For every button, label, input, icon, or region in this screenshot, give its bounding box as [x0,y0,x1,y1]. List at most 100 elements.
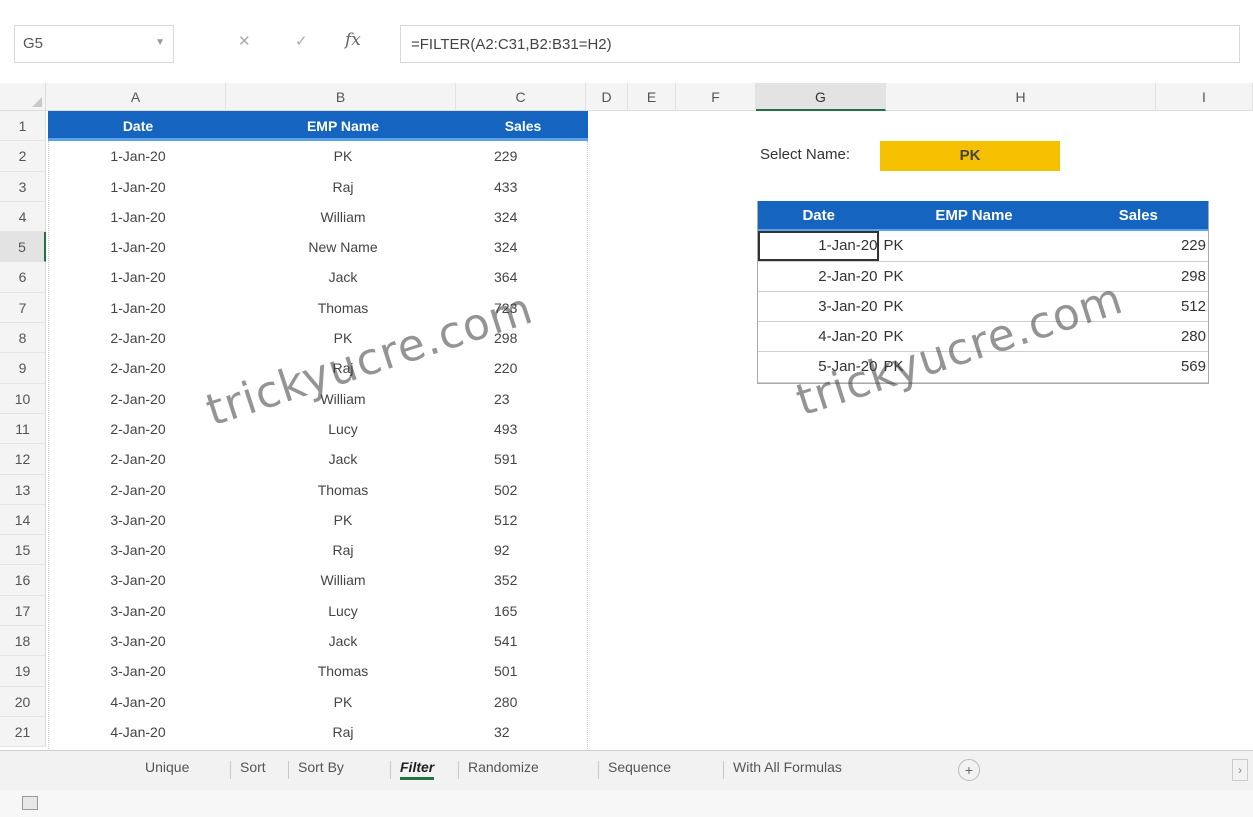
sales-cell[interactable]: 298 [458,323,588,353]
row-header[interactable]: 20 [0,686,46,717]
result-date-cell[interactable]: 3-Jan-20 [758,292,879,321]
result-header-sales[interactable]: Sales [1069,201,1208,229]
emp-name-cell[interactable]: New Name [228,232,458,262]
header-date[interactable]: Date [48,111,228,138]
scroll-right-icon[interactable]: › [1232,759,1248,781]
sales-cell[interactable]: 512 [458,505,588,535]
sales-cell[interactable]: 723 [458,293,588,323]
select-name-label[interactable]: Select Name: [760,146,850,163]
sales-cell[interactable]: 229 [458,141,588,171]
column-header[interactable]: E [628,83,676,111]
emp-name-cell[interactable]: PK [228,323,458,353]
result-sales-cell[interactable]: 569 [1069,352,1208,381]
formula-input[interactable]: =FILTER(A2:C31,B2:B31=H2) [400,25,1240,63]
sheet-tab[interactable]: Filter [400,759,435,780]
row-header[interactable]: 17 [0,595,46,627]
column-header[interactable]: D [586,83,628,111]
row-header[interactable]: 18 [0,626,46,657]
date-cell[interactable]: 4-Jan-20 [48,717,228,747]
emp-name-cell[interactable]: Raj [228,535,458,565]
emp-name-cell[interactable]: Lucy [228,414,458,444]
row-header[interactable]: 7 [0,292,46,324]
sales-cell[interactable]: 32 [458,717,588,747]
name-box[interactable]: G5 ▼ [14,25,174,63]
result-date-cell[interactable]: 1-Jan-20 [758,231,880,261]
result-header-emp-name[interactable]: EMP Name [879,201,1068,229]
date-cell[interactable]: 1-Jan-20 [48,262,228,292]
sales-cell[interactable]: 352 [458,565,588,595]
result-sales-cell[interactable]: 229 [1069,231,1208,260]
row-header[interactable]: 19 [0,656,46,687]
emp-name-cell[interactable]: William [228,384,458,414]
select-name-cell[interactable]: PK [880,141,1060,171]
result-emp-name-cell[interactable]: PK [879,352,1068,381]
sales-cell[interactable]: 92 [458,535,588,565]
column-header[interactable]: C [456,83,586,111]
fx-icon[interactable]: fx [345,30,361,50]
row-header[interactable]: 1 [0,111,46,142]
date-cell[interactable]: 2-Jan-20 [48,323,228,353]
date-cell[interactable]: 1-Jan-20 [48,141,228,171]
result-emp-name-cell[interactable]: PK [879,322,1068,351]
sheet-tab[interactable]: Sequence [608,759,671,775]
date-cell[interactable]: 3-Jan-20 [48,535,228,565]
sales-cell[interactable]: 165 [458,596,588,626]
date-cell[interactable]: 3-Jan-20 [48,656,228,686]
date-cell[interactable]: 1-Jan-20 [48,172,228,202]
row-header[interactable]: 14 [0,504,46,536]
emp-name-cell[interactable]: Raj [228,717,458,747]
row-header[interactable]: 5 [0,232,46,263]
emp-name-cell[interactable]: Raj [228,353,458,383]
date-cell[interactable]: 2-Jan-20 [48,414,228,444]
sales-cell[interactable]: 591 [458,444,588,474]
sales-cell[interactable]: 364 [458,262,588,292]
result-header-date[interactable]: Date [758,201,879,229]
emp-name-cell[interactable]: Jack [228,262,458,292]
emp-name-cell[interactable]: William [228,565,458,595]
date-cell[interactable]: 3-Jan-20 [48,505,228,535]
row-header[interactable]: 21 [0,716,46,748]
row-header[interactable]: 2 [0,141,46,172]
sales-cell[interactable]: 324 [458,202,588,232]
result-sales-cell[interactable]: 298 [1069,262,1208,291]
emp-name-cell[interactable]: Jack [228,626,458,656]
sales-cell[interactable]: 433 [458,172,588,202]
date-cell[interactable]: 2-Jan-20 [48,353,228,383]
row-header[interactable]: 12 [0,444,46,475]
sales-cell[interactable]: 280 [458,687,588,717]
emp-name-cell[interactable]: PK [228,505,458,535]
select-all-corner[interactable] [0,83,46,111]
emp-name-cell[interactable]: Thomas [228,293,458,323]
emp-name-cell[interactable]: PK [228,141,458,171]
row-header[interactable]: 11 [0,413,46,445]
date-cell[interactable]: 4-Jan-20 [48,687,228,717]
emp-name-cell[interactable]: Thomas [228,475,458,505]
emp-name-cell[interactable]: William [228,202,458,232]
check-icon[interactable]: ✓ [295,32,308,50]
date-cell[interactable]: 3-Jan-20 [48,596,228,626]
sales-cell[interactable]: 541 [458,626,588,656]
emp-name-cell[interactable]: Lucy [228,596,458,626]
row-header[interactable]: 10 [0,383,46,414]
sales-cell[interactable]: 23 [458,384,588,414]
worksheet-grid[interactable]: ABCDEFGHI 1 2 3 4 5 6 7 8 9 10 11 12 13 14 15 16 17 18 19 2… [0,78,1253,753]
add-sheet-icon[interactable]: + [958,759,980,781]
column-header[interactable]: I [1156,83,1253,111]
sheet-tab[interactable]: Unique [145,759,189,775]
row-header[interactable]: 3 [0,171,46,202]
chevron-down-icon[interactable]: ▼ [155,37,165,48]
sheet-tab[interactable]: Sort By [298,759,344,775]
result-sales-cell[interactable]: 512 [1069,292,1208,321]
sheet-view-icon[interactable] [22,796,38,810]
date-cell[interactable]: 2-Jan-20 [48,444,228,474]
date-cell[interactable]: 1-Jan-20 [48,293,228,323]
column-header[interactable]: H [886,83,1156,111]
x-icon[interactable]: ✕ [238,32,251,50]
result-emp-name-cell[interactable]: PK [879,292,1068,321]
result-sales-cell[interactable]: 280 [1069,322,1208,351]
row-header[interactable]: 9 [0,353,46,384]
result-emp-name-cell[interactable]: PK [879,262,1068,291]
column-header[interactable]: G [756,83,886,111]
emp-name-cell[interactable]: Jack [228,444,458,474]
result-date-cell[interactable]: 2-Jan-20 [758,262,879,291]
